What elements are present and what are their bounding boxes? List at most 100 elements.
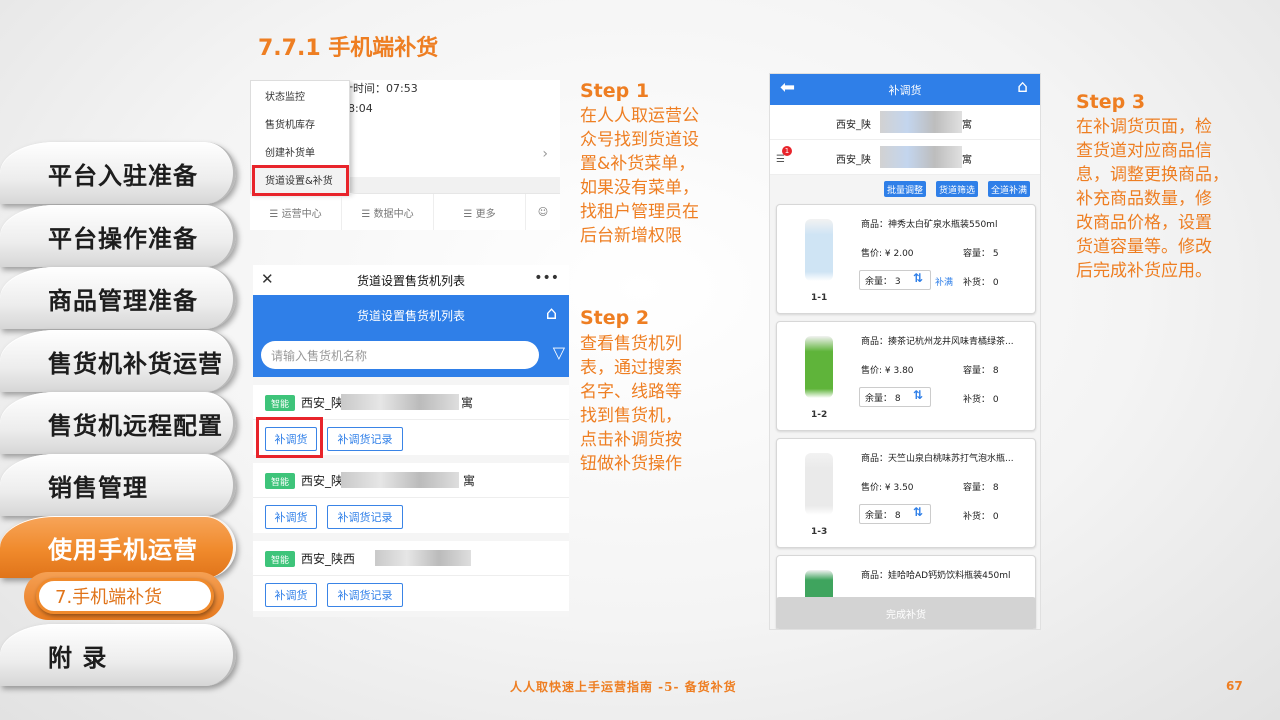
menu-item-create-restock[interactable]: 创建补货单: [251, 137, 349, 165]
product-name: 商品：揍茶记杭州龙井风味青橘绿茶...: [861, 337, 1014, 347]
fill-all-button[interactable]: 全道补满: [988, 181, 1031, 197]
restock-record-button[interactable]: 补调货记录: [327, 583, 403, 607]
machine-row[interactable]: 西安_陕 寓: [770, 105, 1040, 140]
swap-arrows-icon[interactable]: ⇅: [913, 388, 923, 402]
machine-card: 智能 西安_陕西 补调货 补调货记录: [253, 541, 569, 611]
lane-code: 1-1: [811, 293, 828, 303]
menu-item-status[interactable]: 状态监控: [251, 81, 349, 109]
smart-badge: 智能: [265, 395, 295, 411]
batch-adjust-button[interactable]: 批量调整: [884, 181, 927, 197]
highlight-box-restock: [256, 417, 323, 458]
smart-badge: 智能: [265, 551, 295, 567]
restock-button[interactable]: 补调货: [265, 505, 317, 529]
list-icon[interactable]: ☰: [776, 154, 785, 165]
swap-arrows-icon[interactable]: ⇅: [913, 505, 923, 519]
nav-item-sales-mgmt[interactable]: 销售管理: [0, 454, 236, 516]
close-icon[interactable]: ✕: [261, 270, 274, 288]
restock-record-button[interactable]: 补调货记录: [327, 505, 403, 529]
screenshot-menu: 计时间：07:53 8:04 › 状态监控 售货机库存 创建补货单 货道设置&补…: [250, 80, 560, 230]
product-card: 1-1 商品：神秀太白矿泉水瓶装550ml 售价: ¥ 2.00 容量： 5 余…: [776, 204, 1036, 314]
product-capacity[interactable]: 容量： 8: [963, 363, 999, 376]
meta-time-1: 计时间：07:53: [342, 82, 418, 95]
page-title: 7.7.1 手机端补货: [258, 36, 439, 61]
tab-more[interactable]: ☰ 更多: [434, 194, 526, 230]
filter-icon[interactable]: ▽: [553, 343, 565, 362]
step2-line: 找到售货机，: [580, 406, 682, 426]
complete-restock-button[interactable]: 完成补货: [776, 597, 1036, 629]
notification-badge: 1: [782, 146, 792, 156]
machine-name: 西安_陕西: [301, 552, 356, 566]
nav-item-restock-ops[interactable]: 售货机补货运营: [0, 330, 236, 392]
chevron-right-icon[interactable]: ›: [542, 146, 548, 162]
replenish-count: 补货： 0: [963, 395, 999, 405]
machine-name: 西安_陕: [836, 120, 871, 131]
restock-header: ⬅ 补调货 ⌂: [770, 74, 1040, 105]
replenish-count: 补货： 0: [963, 278, 999, 288]
step2-line: 点击补调货按: [580, 430, 682, 450]
product-image-bottle: [805, 453, 833, 515]
menu-item-inventory[interactable]: 售货机库存: [251, 109, 349, 137]
restock-title: 补调货: [888, 83, 922, 97]
product-name: 商品：天竺山泉白桃味苏打气泡水瓶...: [861, 454, 1014, 464]
nav-item-platform-ops[interactable]: 平台操作准备: [0, 205, 236, 267]
step2-line: 钮做补货操作: [580, 454, 682, 474]
product-capacity[interactable]: 容量： 5: [963, 246, 999, 259]
nav-item-platform-join[interactable]: 平台入驻准备: [0, 142, 236, 204]
screenshot-restock: ⬅ 补调货 ⌂ 西安_陕 寓 ☰ 1 西安_陕 寓 批量调整 货道筛选 全道补满…: [769, 73, 1041, 630]
nav-subitem-mobile-restock[interactable]: 7.手机端补货: [36, 578, 214, 614]
redacted-block: [341, 394, 459, 410]
step3-title: Step 3: [1076, 91, 1146, 113]
product-price[interactable]: 售价: ¥ 2.00: [861, 246, 914, 259]
nav-item-mobile-ops[interactable]: 使用手机运营: [0, 516, 236, 578]
step3-line: 货道容量等。修改: [1076, 237, 1212, 257]
machine-row[interactable]: ☰ 1 西安_陕 寓: [770, 140, 1040, 175]
machine-name: 西安_陕: [301, 396, 344, 410]
card-divider: [253, 497, 569, 498]
machine-name-tail: 寓: [962, 155, 972, 166]
action-bar: 批量调整 货道筛选 全道补满: [770, 175, 1040, 201]
nav-item-remote-config[interactable]: 售货机远程配置: [0, 392, 236, 454]
step3-body: 在补调货页面，检 查货道对应商品信 息，调整更换商品， 补充商品数量，修 改商品…: [1076, 115, 1229, 283]
swap-arrows-icon[interactable]: ⇅: [913, 271, 923, 285]
step1-line: 众号找到货道设: [580, 130, 699, 150]
machine-name-tail: 寓: [463, 474, 476, 488]
nav-item-product-mgmt[interactable]: 商品管理准备: [0, 267, 236, 329]
product-name: 商品：娃哈哈AD钙奶饮料瓶装450ml: [861, 571, 1011, 581]
step1-line: 在人人取运营公: [580, 106, 699, 126]
lane-filter-button[interactable]: 货道筛选: [936, 181, 979, 197]
restock-record-button[interactable]: 补调货记录: [327, 427, 403, 451]
step3-line: 改商品价格，设置: [1076, 213, 1212, 233]
restock-button[interactable]: 补调货: [265, 583, 317, 607]
meta-time-2: 8:04: [348, 102, 373, 115]
lane-code: 1-2: [811, 410, 828, 420]
home-icon[interactable]: ⌂: [1017, 77, 1028, 97]
highlight-box-menu: [252, 165, 349, 196]
product-name: 商品：神秀太白矿泉水瓶装550ml: [861, 220, 998, 230]
tab-ops-center[interactable]: ☰ 运营中心: [250, 194, 342, 230]
back-arrow-icon[interactable]: ⬅: [780, 77, 795, 98]
home-icon[interactable]: ⌂: [546, 303, 557, 324]
product-price[interactable]: 售价: ¥ 3.80: [861, 363, 914, 376]
machine-name: 西安_陕: [836, 155, 871, 166]
list-header: 货道设置售货机列表 ⌂: [253, 295, 569, 335]
machine-name-tail: 寓: [962, 120, 972, 131]
more-icon[interactable]: •••: [534, 270, 559, 286]
search-input[interactable]: 请输入售货机名称: [261, 341, 539, 369]
webview-title: 货道设置售货机列表: [356, 273, 465, 288]
redacted-block: [341, 472, 459, 488]
step2-body: 查看售货机列 表，通过搜索 名字、线路等 找到售货机， 点击补调货按 钮做补货操…: [580, 332, 682, 476]
product-price[interactable]: 售价: ¥ 3.50: [861, 480, 914, 493]
redacted-block: [880, 146, 962, 168]
redacted-block: [880, 111, 962, 133]
section-nav: 平台入驻准备 平台操作准备 商品管理准备 售货机补货运营 售货机远程配置 销售管…: [0, 140, 240, 720]
fill-link[interactable]: 补满: [935, 275, 953, 288]
bottom-tabbar: ☰ 运营中心 ☰ 数据中心 ☰ 更多 ☺: [250, 193, 560, 230]
keyboard-icon[interactable]: ☺: [526, 194, 560, 230]
product-card: 1-2 商品：揍茶记杭州龙井风味青橘绿茶... 售价: ¥ 3.80 容量： 8…: [776, 321, 1036, 431]
card-divider: [253, 575, 569, 576]
product-card: 1-3 商品：天竺山泉白桃味苏打气泡水瓶... 售价: ¥ 3.50 容量： 8…: [776, 438, 1036, 548]
product-capacity[interactable]: 容量： 8: [963, 480, 999, 493]
redacted-block: [375, 550, 471, 566]
tab-data-center[interactable]: ☰ 数据中心: [342, 194, 434, 230]
nav-item-appendix[interactable]: 附 录: [0, 624, 236, 686]
